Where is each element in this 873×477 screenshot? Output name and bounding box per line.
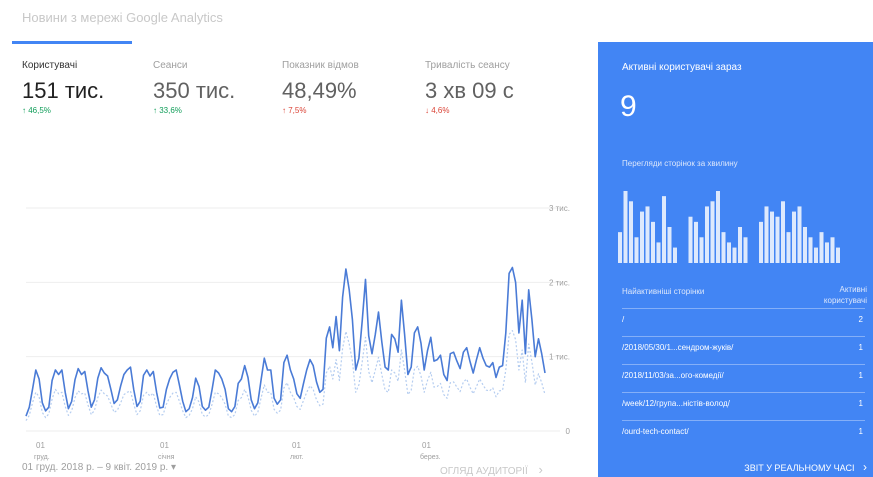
pageview-bar (667, 227, 672, 263)
metric-sessions[interactable]: Сеанси 350 тис. ↑ 33,6% (153, 60, 235, 115)
metric-session-duration[interactable]: Тривалість сеансу 3 хв 09 с ↓ 4,6% (425, 60, 514, 115)
metric-label: Тривалість сеансу (425, 60, 510, 71)
series-line-previous (25, 330, 546, 421)
metric-value: 151 тис. (22, 78, 105, 103)
pageview-bar (819, 232, 824, 263)
pageview-bar (662, 196, 666, 263)
x-tick-month: берез. (420, 453, 441, 461)
pageview-bar (759, 221, 763, 263)
y-tick-label: 0 (566, 427, 571, 436)
top-page-row[interactable]: / 2 (622, 308, 865, 329)
users-line-chart: 0 1 тис. 2 тис. 3 тис. 01 груд. 01 січня 01 лют. 0… (25, 204, 571, 461)
pageview-bar (732, 247, 737, 263)
y-tick-label: 2 тис. (549, 278, 570, 287)
top-page-count: 1 (858, 343, 863, 352)
realtime-panel: Активні користувачі зараз 9 Перегляди ст… (598, 42, 873, 477)
metric-change: ↓ 4,6% (425, 106, 450, 115)
pageview-bar (781, 201, 785, 263)
metric-change: ↑ 7,5% (282, 106, 307, 115)
x-tick-day: 01 (36, 441, 45, 450)
top-page-row[interactable]: /2018/05/30/1...cендром-жуків/ 1 (622, 336, 865, 357)
pageview-bar (705, 206, 709, 263)
pageview-bar (618, 232, 622, 263)
chevron-right-icon: › (863, 460, 867, 474)
active-tab-indicator (12, 41, 132, 44)
pageview-bar (727, 242, 731, 263)
pageview-bar (797, 206, 802, 263)
pageviews-per-minute-label: Перегляди сторінок за хвилину (622, 159, 738, 168)
metric-users[interactable]: Користувачі 151 тис. ↑ 46,5% (22, 60, 104, 115)
pageview-bar (825, 242, 829, 263)
x-tick-day: 01 (160, 441, 169, 450)
pageview-bar (792, 211, 796, 263)
pageview-bar (716, 191, 720, 263)
date-range-selector[interactable]: 01 груд. 2018 р. – 9 квіт. 2019 р. ▾ (22, 462, 176, 473)
pageview-bar (786, 232, 791, 263)
metric-change: ↑ 33,6% (153, 106, 182, 115)
metric-value: 48,49% (282, 78, 357, 103)
metric-label: Показник відмов (282, 60, 359, 71)
realtime-title: Активні користувачі зараз (622, 62, 742, 73)
overview-panel: Користувачі 151 тис. ↑ 46,5% Сеанси 350 … (0, 38, 585, 477)
pageview-bar (623, 191, 628, 263)
pageview-bar (688, 216, 693, 263)
pageview-bar (634, 237, 639, 263)
x-tick-day: 01 (292, 441, 301, 450)
metric-change: ↑ 46,5% (22, 106, 51, 115)
top-page-row[interactable]: /ourd-tech-contact/ 1 (622, 420, 865, 441)
pageview-bar (738, 227, 742, 263)
pageview-bar (629, 201, 633, 263)
top-page-path: / (622, 315, 625, 324)
page-title: Новини з мережі Google Analytics (22, 10, 223, 25)
metric-value: 350 тис. (153, 78, 236, 103)
x-tick-month: груд. (34, 454, 50, 461)
pageview-bar (656, 242, 661, 263)
pageview-bar (673, 247, 677, 263)
y-tick-label: 1 тис. (549, 353, 570, 362)
metric-bounce-rate[interactable]: Показник відмов 48,49% ↑ 7,5% (282, 60, 359, 115)
pageview-bar (764, 206, 769, 263)
active-users-count: 9 (620, 90, 637, 123)
x-tick-month: лют. (290, 454, 304, 461)
pageview-bar (830, 237, 835, 263)
pageview-bar (710, 201, 715, 263)
active-users-header: Активні користувачі (823, 285, 867, 305)
metric-label: Користувачі (22, 60, 78, 71)
audience-overview-link-label: ОГЛЯД АУДИТОРІЇ (440, 466, 528, 477)
top-page-count: 2 (858, 315, 863, 324)
pageview-bar (775, 216, 780, 263)
pageview-bar (645, 206, 650, 263)
pageview-bar (743, 237, 748, 263)
pageview-bar (803, 227, 807, 263)
top-page-count: 1 (858, 427, 863, 436)
pageviews-bar-chart (618, 191, 840, 263)
top-page-count: 1 (858, 371, 863, 380)
top-pages-header: Найактивніші сторінки (622, 287, 705, 296)
y-tick-label: 3 тис. (549, 204, 570, 213)
chevron-right-icon: › (538, 462, 543, 477)
x-tick-month: січня (158, 453, 175, 461)
top-page-count: 1 (858, 399, 863, 408)
top-page-path: /2018/11/03/за...ого-комедії/ (622, 371, 724, 380)
top-page-path: /week/12/група...ністів-волод/ (622, 399, 730, 408)
top-page-row[interactable]: /week/12/група...ністів-волод/ 1 (622, 392, 865, 413)
pageview-bar (770, 211, 774, 263)
pageview-bar (651, 221, 655, 263)
pageview-bar (640, 211, 644, 263)
top-page-path: /2018/05/30/1...cендром-жуків/ (622, 343, 734, 352)
pageview-bar (836, 247, 840, 263)
realtime-report-link[interactable]: ЗВІТ У РЕАЛЬНОМУ ЧАСІ › (744, 460, 867, 474)
x-tick-day: 01 (422, 441, 431, 450)
audience-overview-link[interactable]: ОГЛЯД АУДИТОРІЇ › (440, 462, 543, 477)
metric-value: 3 хв 09 с (425, 78, 514, 103)
pageview-bar (721, 232, 726, 263)
pageview-bar (699, 237, 704, 263)
pageview-bar (694, 221, 698, 263)
pageview-bar (814, 247, 818, 263)
realtime-report-link-label: ЗВІТ У РЕАЛЬНОМУ ЧАСІ (744, 463, 855, 473)
pageview-bar (808, 237, 813, 263)
top-page-row[interactable]: /2018/11/03/за...ого-комедії/ 1 (622, 364, 865, 385)
metric-label: Сеанси (153, 60, 188, 71)
top-page-path: /ourd-tech-contact/ (622, 427, 689, 436)
